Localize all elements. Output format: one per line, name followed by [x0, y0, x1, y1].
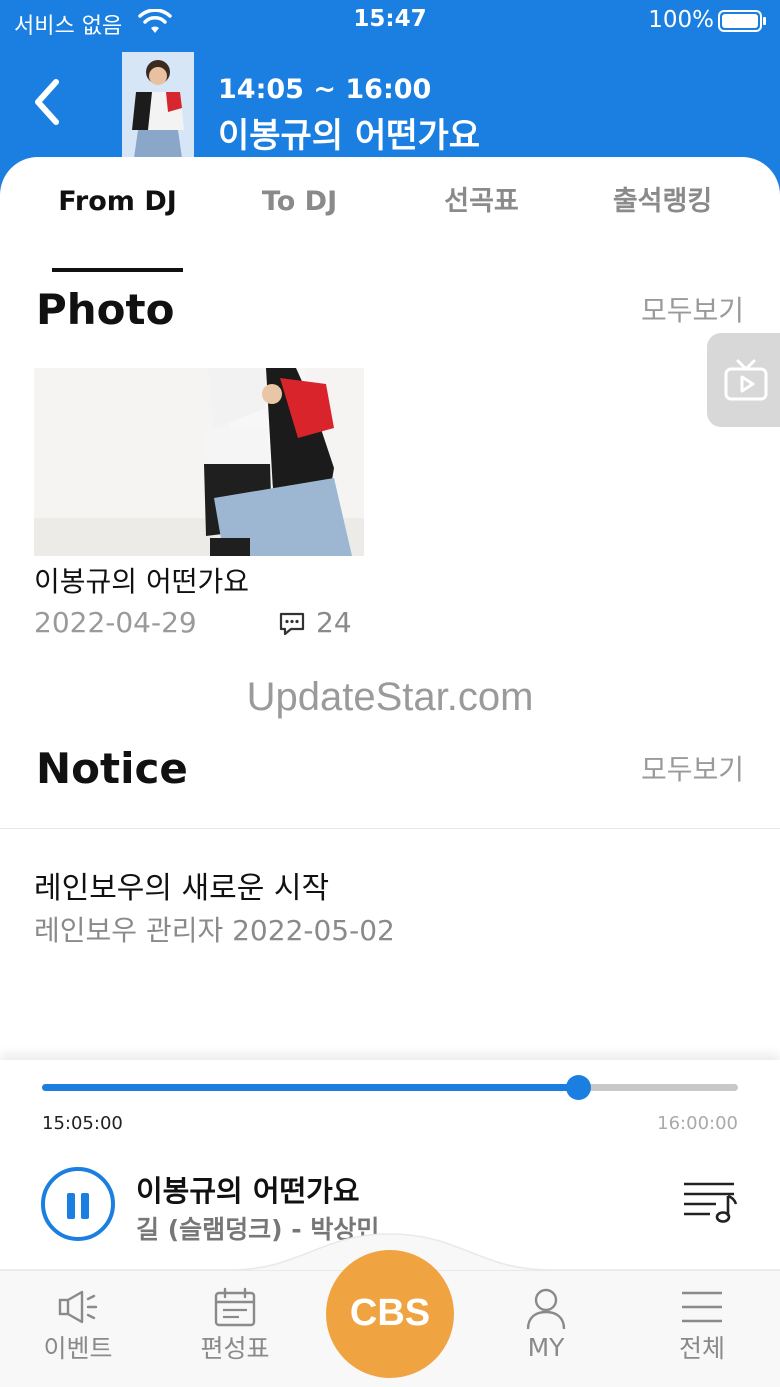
calendar-icon [214, 1287, 256, 1327]
notice-see-all-link[interactable]: 모두보기 [641, 748, 744, 788]
status-bar: 서비스 없음 15:47 100% [0, 0, 780, 44]
photo-caption[interactable]: 이봉규의 어떤가요 [34, 560, 249, 600]
photo-thumbnail[interactable] [34, 368, 364, 556]
battery-percent: 100% [648, 7, 714, 33]
person-icon [526, 1288, 566, 1330]
pause-icon [67, 1193, 75, 1219]
nav-event-label: 이벤트 [43, 1334, 113, 1363]
comment-count: 24 [316, 606, 352, 639]
nav-schedule[interactable]: 편성표 [175, 1287, 295, 1365]
playlist-icon[interactable] [682, 1180, 738, 1224]
pause-icon-bar [81, 1193, 89, 1219]
tv-icon [724, 359, 768, 401]
notice-item-meta: 레인보우 관리자 2022-05-02 [34, 914, 395, 947]
speaker-icon [58, 1290, 98, 1324]
notice-divider [0, 828, 780, 829]
comment-icon [279, 612, 305, 636]
photo-date: 2022-04-29 [34, 606, 197, 639]
notice-item-title[interactable]: 레인보우의 새로운 시작 [34, 863, 329, 907]
video-button[interactable] [707, 333, 780, 427]
nav-all[interactable]: 전체 [642, 1287, 762, 1365]
tab-bar: From DJ To DJ 선곡표 출석랭킹 [0, 179, 780, 272]
nav-schedule-label: 편성표 [200, 1334, 270, 1363]
photo-see-all-link[interactable]: 모두보기 [641, 289, 744, 329]
watermark-text: UpdateStar.com [246, 675, 534, 719]
active-tab-indicator [52, 268, 183, 272]
player-program-title: 이봉규의 어떤가요 [136, 1174, 360, 1208]
nav-all-label: 전체 [678, 1334, 725, 1363]
nav-event[interactable]: 이벤트 [18, 1287, 138, 1365]
progress-knob[interactable] [565, 1075, 591, 1100]
program-title: 이봉규의 어떤가요 [218, 116, 481, 156]
notice-section-title: Notice [36, 744, 188, 793]
tab-to-dj[interactable]: To DJ [222, 179, 377, 251]
dj-photo [122, 52, 194, 158]
photo-section-title: Photo [36, 285, 175, 334]
nav-my[interactable]: MY [486, 1287, 606, 1362]
tab-from-dj[interactable]: From DJ [40, 179, 195, 251]
progress-slider[interactable] [42, 1075, 738, 1100]
program-time-range: 14:05 ~ 16:00 [218, 74, 432, 105]
progress-fill [42, 1084, 578, 1091]
battery-icon [718, 10, 766, 32]
menu-icon [682, 1291, 722, 1323]
cbs-logo: CBS [349, 1292, 431, 1334]
cbs-home-button[interactable]: CBS [326, 1250, 454, 1378]
tab-playlist[interactable]: 선곡표 [404, 179, 559, 251]
elapsed-time: 15:05:00 [42, 1113, 123, 1134]
nav-my-label: MY [527, 1333, 565, 1362]
back-button[interactable] [26, 74, 70, 130]
tab-attendance-ranking[interactable]: 출석랭킹 [585, 179, 740, 251]
end-time: 16:00:00 [657, 1113, 738, 1134]
